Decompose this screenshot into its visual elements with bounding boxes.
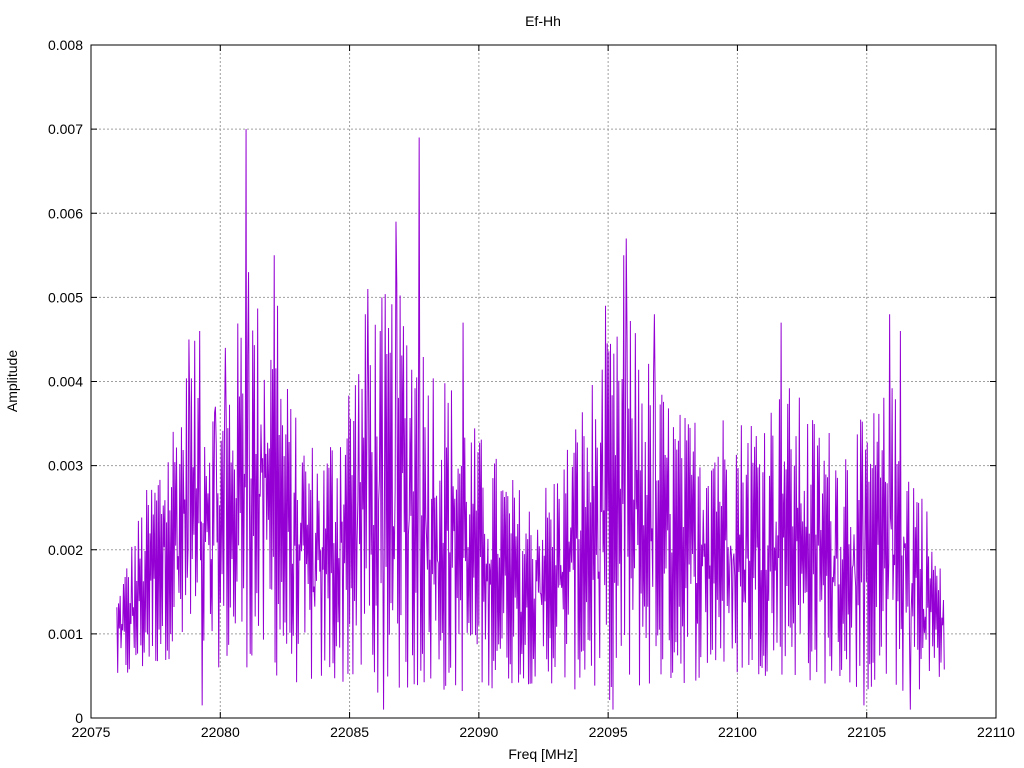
y-tick-label: 0.005 [48, 289, 83, 305]
chart-title: Ef-Hh [525, 13, 561, 29]
y-tick-label: 0.003 [48, 458, 83, 474]
x-tick-label: 22110 [977, 724, 1015, 740]
x-tick-label: 22100 [718, 724, 757, 740]
x-tick-label: 22085 [330, 724, 369, 740]
x-tick-label: 22090 [459, 724, 498, 740]
x-tick-label: 22075 [72, 724, 111, 740]
chart: 22075 22080 22085 22090 22095 22100 22105 22110… [0, 0, 1024, 768]
y-tick-label: 0.001 [48, 626, 83, 642]
y-axis-label: Amplitude [4, 350, 20, 412]
y-tick-label: 0.008 [48, 37, 83, 53]
y-tick-label: 0.002 [48, 542, 83, 558]
x-tick-label: 22105 [847, 724, 886, 740]
x-tick-label: 22095 [589, 724, 628, 740]
y-tick-label: 0.004 [48, 374, 83, 390]
y-tick-label: 0.006 [48, 205, 83, 221]
y-tick-label: 0.007 [48, 121, 83, 137]
x-axis-label: Freq [MHz] [508, 746, 577, 762]
y-tick-label: 0 [75, 710, 83, 726]
x-tick-label: 22080 [201, 724, 240, 740]
